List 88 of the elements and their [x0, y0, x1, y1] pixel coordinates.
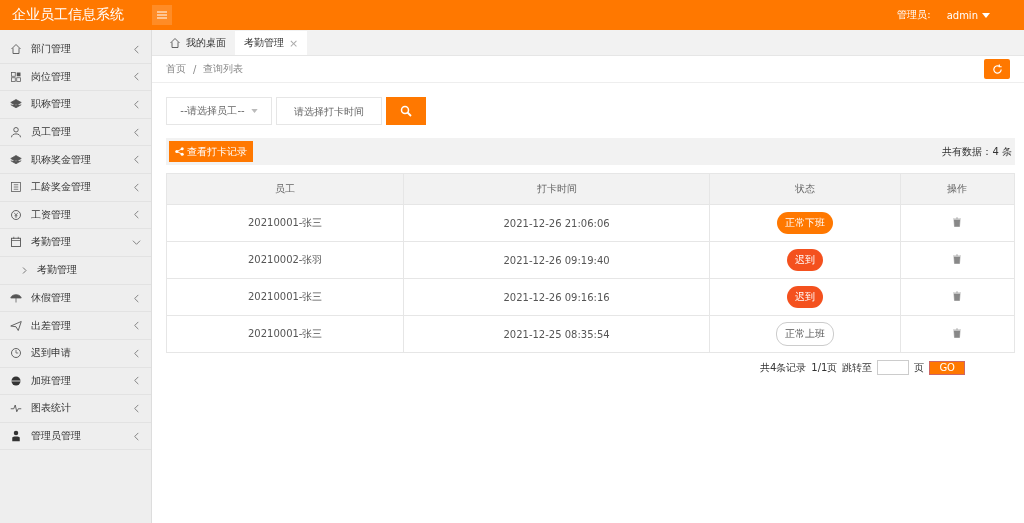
tab[interactable]: 我的桌面: [160, 31, 235, 55]
sidebar-subitem[interactable]: 考勤管理: [0, 256, 151, 285]
sidebar-item[interactable]: 职称管理: [0, 91, 151, 119]
column-header: 操作: [900, 173, 1015, 205]
sidebar-item[interactable]: 岗位管理: [0, 63, 151, 92]
jump-label: 跳转至: [842, 360, 873, 375]
paper-plane-icon: [10, 319, 22, 332]
chevron-icon: [132, 376, 141, 386]
refresh-icon: [991, 63, 1003, 75]
app-title: 企业员工信息系统: [11, 6, 125, 24]
trash-icon[interactable]: [952, 291, 963, 301]
trash-icon[interactable]: [952, 328, 963, 338]
chevron-icon: [132, 127, 141, 137]
sidebar-item[interactable]: 工资管理: [0, 201, 151, 230]
pulse-icon: [10, 402, 22, 415]
menu-icon: [157, 11, 167, 19]
sidebar-item[interactable]: 迟到申请: [0, 339, 151, 368]
chevron-icon: [132, 293, 141, 303]
search-button[interactable]: [386, 97, 426, 125]
sidebar-item[interactable]: 加班管理: [0, 367, 151, 396]
breadcrumb-separator: /: [193, 63, 197, 75]
umbrella-icon: [10, 292, 22, 305]
calendar-icon: [10, 236, 22, 249]
status-badge: 正常上班: [775, 322, 834, 346]
clock-icon: [10, 347, 22, 360]
layers-icon: [10, 98, 22, 111]
chevron-icon: [132, 321, 141, 331]
trash-icon[interactable]: [952, 217, 963, 227]
status-badge: 正常下班: [776, 212, 833, 234]
column-header: 员工: [166, 173, 404, 205]
chevron-icon: [132, 237, 141, 247]
chevron-icon: [132, 44, 141, 54]
coin-icon: [10, 208, 22, 221]
table-cell: 20210001-张三: [166, 278, 404, 316]
sidebar-item[interactable]: 员工管理: [0, 118, 151, 147]
chevron-icon: [132, 182, 141, 192]
sidebar-item[interactable]: 出差管理: [0, 312, 151, 340]
breadcrumb-link[interactable]: 查询列表: [203, 62, 244, 76]
table-cell: 2021-12-25 08:35:54: [403, 315, 710, 353]
chevron-icon: [22, 266, 27, 274]
search-icon: [400, 105, 412, 117]
sidebar-item[interactable]: 部门管理: [0, 36, 151, 64]
sidebar-item[interactable]: 工龄奖金管理: [0, 173, 151, 202]
circle-icon: [10, 374, 22, 387]
table-cell: 2021-12-26 21:06:06: [403, 204, 710, 242]
document-icon: [10, 181, 22, 194]
trash-icon[interactable]: [952, 254, 963, 264]
table-cell: 20210001-张三: [166, 204, 404, 242]
sidebar-item[interactable]: 管理员管理: [0, 422, 151, 451]
sidebar-item[interactable]: 职称奖金管理: [0, 146, 151, 174]
table-cell: 2021-12-26 09:19:40: [403, 241, 710, 279]
status-badge: 迟到: [786, 286, 823, 308]
status-badge: 迟到: [786, 249, 823, 271]
grid-icon: [10, 70, 22, 83]
user-label: 管理员:: [897, 8, 931, 22]
sidebar-item[interactable]: 考勤管理: [0, 229, 151, 257]
share-icon: [175, 147, 184, 156]
table-cell: 20210002-张羽: [166, 241, 404, 279]
caret-icon: [982, 12, 990, 18]
sidebar-item[interactable]: 休假管理: [0, 284, 151, 313]
chevron-icon: [132, 210, 141, 220]
user-icon: [10, 126, 22, 139]
record-summary: 共4条记录: [759, 360, 807, 375]
chevron-icon: [132, 100, 141, 109]
tab[interactable]: 考勤管理 ×: [235, 31, 308, 55]
layers-icon: [10, 153, 22, 166]
chevron-icon: [132, 155, 141, 165]
chevron-icon: [132, 348, 141, 358]
column-header: 打卡时间: [403, 173, 710, 205]
refresh-button[interactable]: [984, 59, 1010, 79]
column-header: 状态: [709, 173, 900, 205]
home-icon: [10, 43, 22, 56]
page-unit: 页: [914, 360, 925, 375]
time-field[interactable]: 请选择打卡时间: [276, 97, 382, 125]
breadcrumb-link[interactable]: 首页: [166, 62, 186, 76]
chevron-icon: [132, 403, 141, 413]
employee-select[interactable]: --请选择员工--: [166, 97, 272, 125]
person-icon: [10, 430, 22, 442]
chevron-icon: [132, 431, 141, 441]
table-cell: 2021-12-26 09:16:16: [403, 278, 710, 316]
chevron-icon: [132, 72, 141, 82]
caret-icon: [250, 109, 258, 113]
table-cell: 20210001-张三: [166, 315, 404, 353]
sidebar-item[interactable]: 图表统计: [0, 395, 151, 423]
home-icon: [169, 37, 181, 49]
page-input[interactable]: [877, 360, 910, 375]
record-count: 共有数据：4 条: [942, 144, 1012, 159]
page-info: 1/1页: [811, 360, 838, 375]
